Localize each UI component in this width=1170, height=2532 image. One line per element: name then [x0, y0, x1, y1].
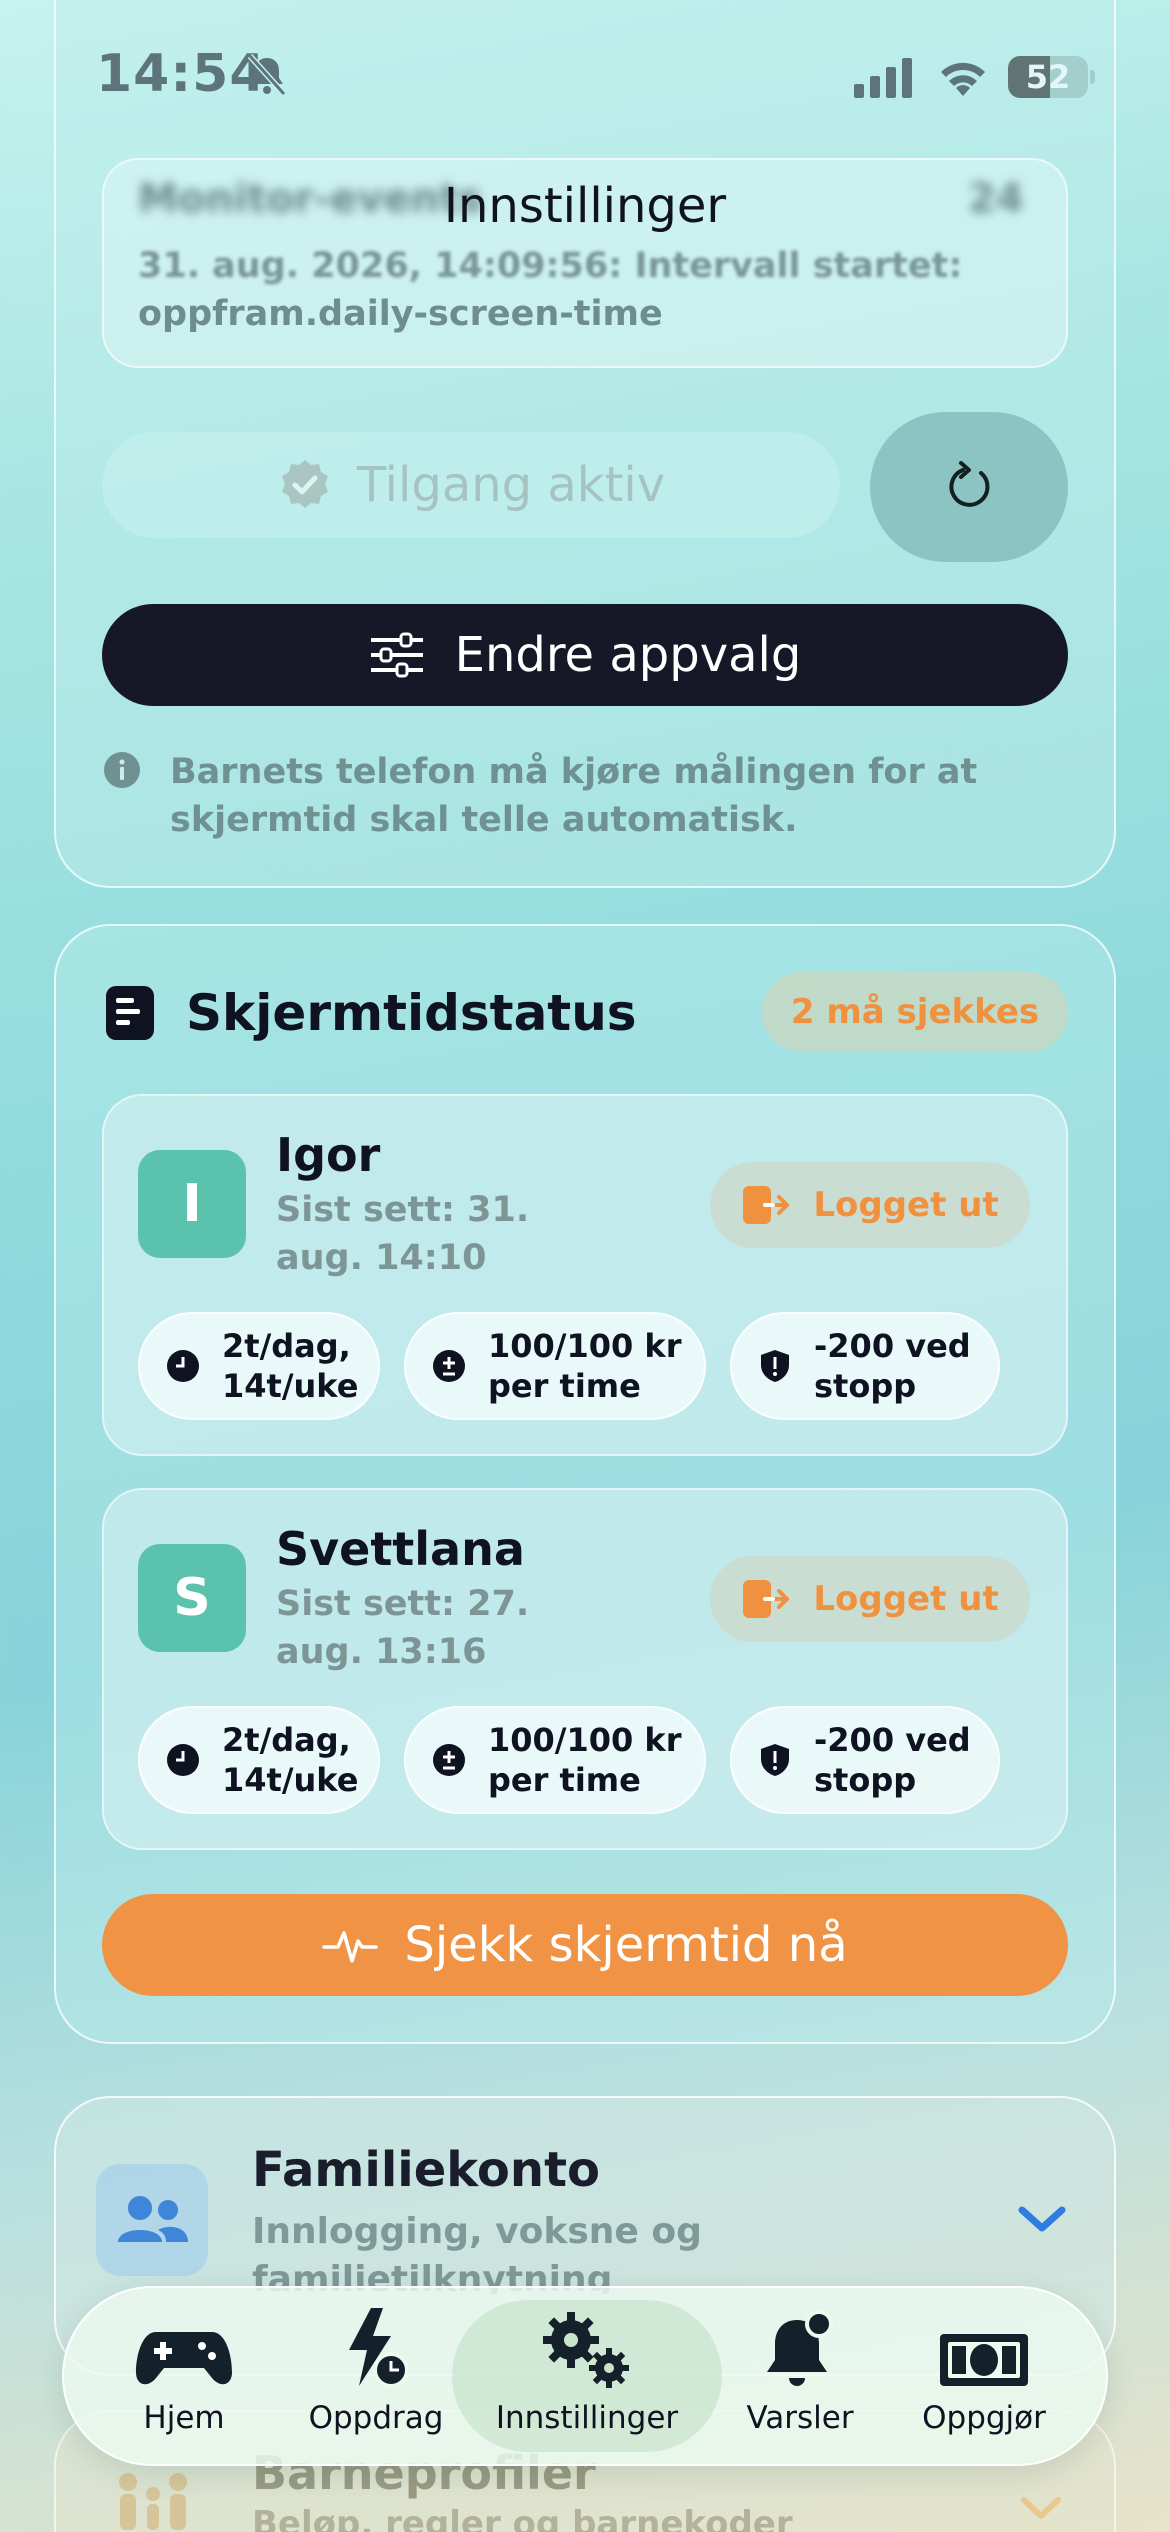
plus-minus-icon: [433, 1350, 465, 1382]
people-icon: [118, 2196, 188, 2242]
monitor-event-line: 31. aug. 2026, 14:09:56: Intervall start…: [138, 246, 963, 286]
info-note: Barnets telefon må kjøre målingen for at…: [170, 752, 978, 840]
info-icon: [104, 752, 140, 788]
check-screen-time-label: Sjekk skjermtid nå: [404, 1917, 848, 1973]
needs-check-badge: 2 må sjekkes: [762, 972, 1068, 1052]
rate-chip: 100/100 kr per time: [404, 1312, 706, 1420]
chevron-down-icon[interactable]: [1016, 2202, 1068, 2236]
shield-alert-icon: [761, 1350, 789, 1382]
logged-out-label: Logget ut: [813, 1185, 999, 1225]
tab-missions[interactable]: Oppdrag: [296, 2300, 456, 2452]
tab-label: Varsler: [746, 2400, 854, 2436]
logged-out-status[interactable]: Logget ut: [710, 1556, 1030, 1642]
time-limit-chip: 2t/dag, 14t/uke: [138, 1312, 380, 1420]
penalty-text: -200 ved stopp: [814, 1327, 971, 1405]
access-active-label: Tilgang aktiv: [356, 457, 666, 513]
tab-settlement[interactable]: Oppgjør: [904, 2300, 1064, 2452]
monitor-event-line: oppfram.daily-screen-time: [138, 294, 663, 334]
family-children-icon: [119, 2473, 187, 2530]
tab-label: Innstillinger: [495, 2400, 679, 2436]
family-account-title: Familiekonto: [252, 2142, 600, 2198]
rate-text: 100/100 kr per time: [488, 1327, 682, 1405]
clock-icon: [167, 1744, 199, 1776]
child-name: Svettlana: [276, 1522, 525, 1576]
refresh-icon: [949, 461, 990, 507]
pulse-icon: [322, 1931, 379, 1963]
tab-label: Oppdrag: [308, 2400, 444, 2436]
time-limit-text: 2t/dag, 14t/uke: [222, 1721, 359, 1799]
child-last-seen: Sist sett: 31. aug. 14:10: [276, 1190, 530, 1278]
avatar: I: [138, 1150, 246, 1258]
rate-text: 100/100 kr per time: [488, 1721, 682, 1799]
chevron-down-icon[interactable]: [1018, 2494, 1064, 2524]
tab-notifications[interactable]: Varsler: [730, 2300, 870, 2452]
time-limit-chip: 2t/dag, 14t/uke: [138, 1706, 380, 1814]
family-icon-tile: [96, 2164, 208, 2276]
status-document-icon: [106, 986, 154, 1040]
penalty-text: -200 ved stopp: [814, 1721, 971, 1799]
screen-time-status-card: [54, 924, 1116, 2044]
family-account-subtitle: Innlogging, voksne og familietilknytning: [252, 2211, 702, 2294]
access-active-button[interactable]: Tilgang aktiv: [102, 432, 840, 538]
avatar: S: [138, 1544, 246, 1652]
screen-time-status-title: Skjermtidstatus: [186, 984, 637, 1042]
penalty-chip: -200 ved stopp: [730, 1706, 1000, 1814]
logged-out-status[interactable]: Logget ut: [710, 1162, 1030, 1248]
child-profiles-subtitle: Beløp, regler og barnekoder: [252, 2504, 793, 2532]
penalty-chip: -200 ved stopp: [730, 1312, 1000, 1420]
page-title: Innstillinger: [443, 178, 727, 234]
refresh-button[interactable]: [870, 412, 1068, 562]
check-screen-time-button[interactable]: Sjekk skjermtid nå: [102, 1894, 1068, 1996]
child-name: Igor: [276, 1128, 381, 1182]
edit-app-selection-button[interactable]: Endre appvalg: [102, 604, 1068, 706]
clock-icon: [167, 1350, 199, 1382]
plus-minus-icon: [433, 1744, 465, 1776]
tab-label: Oppgjør: [922, 2400, 1046, 2436]
bolt-clock-icon: [349, 2308, 409, 2388]
rate-chip: 100/100 kr per time: [404, 1706, 706, 1814]
edit-app-selection-label: Endre appvalg: [454, 627, 802, 683]
gamepad-icon: [136, 2332, 232, 2385]
shield-alert-icon: [761, 1744, 789, 1776]
time-limit-text: 2t/dag, 14t/uke: [222, 1327, 359, 1405]
logout-icon: [743, 1580, 790, 1618]
banknote-icon: [940, 2334, 1028, 2386]
verified-badge-icon: [281, 460, 328, 508]
tab-label: Hjem: [143, 2400, 225, 2436]
logout-icon: [743, 1186, 790, 1224]
logged-out-label: Logget ut: [813, 1579, 999, 1619]
bell-badge-icon: [767, 2310, 833, 2386]
sliders-icon: [370, 632, 423, 678]
tab-home[interactable]: Hjem: [100, 2300, 268, 2452]
gears-icon: [543, 2312, 629, 2388]
child-last-seen: Sist sett: 27. aug. 13:16: [276, 1584, 530, 1672]
tab-settings[interactable]: Innstillinger: [452, 2300, 722, 2452]
